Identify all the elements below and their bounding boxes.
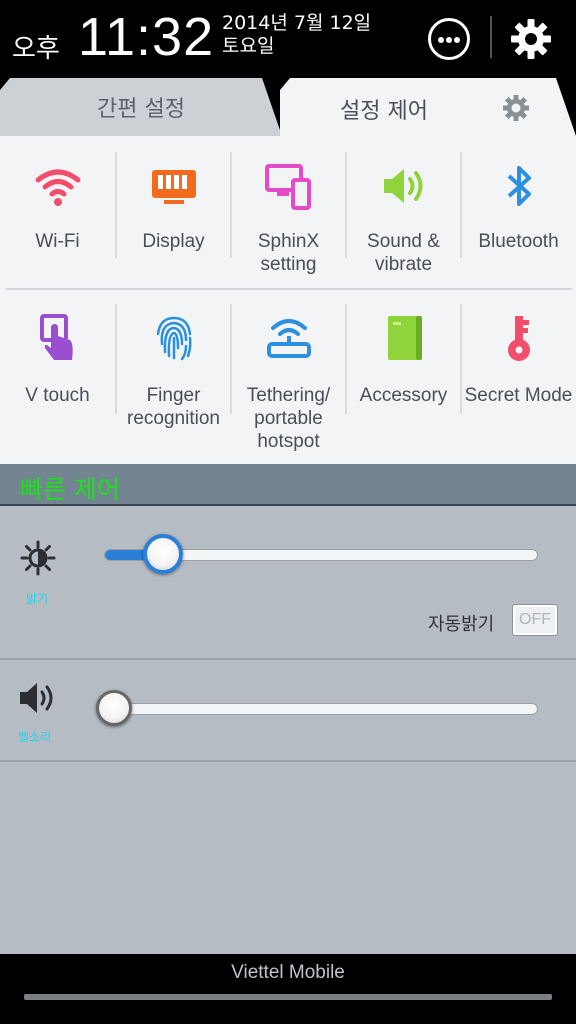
display-icon [152, 170, 196, 204]
display-setting[interactable]: Display [116, 150, 231, 270]
volume-icon [20, 683, 53, 713]
ampm-label: 오후 [12, 34, 60, 64]
brightness-label: 밝기 [26, 592, 49, 606]
row-divider [6, 288, 572, 290]
tethering-label: Tethering/ portable hotspot [246, 385, 331, 452]
sound-vibrate-setting[interactable]: Sound & vibrate [346, 150, 461, 275]
bluetooth-label: Bluetooth [478, 231, 559, 252]
date-block: 2014년 7월 12일 토요일 [222, 12, 371, 58]
quick-control-panel: 밝기 자동밝기 OFF 벨소리 [0, 506, 576, 954]
panel-divider [0, 760, 576, 762]
drag-handle[interactable] [24, 994, 552, 1000]
gear-icon[interactable] [510, 18, 552, 60]
v-touch-setting[interactable]: V touch [0, 302, 115, 454]
finger-recognition-label: Finger recognition [127, 385, 220, 429]
speaker-icon [384, 169, 423, 203]
volume-slider[interactable] [96, 703, 538, 715]
bluetooth-setting[interactable]: Bluetooth [461, 150, 576, 270]
panel-divider [0, 658, 576, 660]
tab-settings-control[interactable]: 설정 제어 [280, 78, 576, 136]
auto-brightness-toggle[interactable]: OFF [512, 604, 558, 636]
header-divider [490, 16, 492, 58]
settings-gear-icon[interactable] [502, 94, 530, 122]
display-label: Display [142, 231, 205, 252]
brightness-slider-thumb[interactable] [143, 534, 184, 574]
carrier-bar: Viettel Mobile [0, 954, 576, 1024]
sphinx-label: SphinX setting [257, 231, 320, 275]
secret-mode-setting[interactable]: Secret Mode [461, 302, 576, 454]
secret-mode-label: Secret Mode [464, 385, 573, 406]
settings-row-2: V touch Finger recognition Tethering/ po… [0, 302, 576, 454]
tab-bar: 간편 설정 설정 제어 [0, 78, 576, 136]
settings-grid: Wi-Fi Display SphinX setting Sound & vib… [0, 136, 576, 464]
accessory-label: Accessory [359, 385, 448, 406]
v-touch-label: V touch [25, 385, 90, 406]
devices-icon [265, 164, 311, 210]
status-header: 오후 11:32 2014년 7월 12일 토요일 [0, 0, 576, 78]
ringtone-label: 벨소리 [18, 730, 52, 744]
tab-quick-settings[interactable]: 간편 설정 [0, 78, 282, 136]
hotspot-icon [267, 319, 311, 358]
wifi-setting[interactable]: Wi-Fi [0, 150, 115, 270]
date-text: 2014년 7월 12일 [222, 12, 372, 34]
wifi-icon [35, 169, 81, 206]
sound-vibrate-label: Sound & vibrate [367, 231, 440, 275]
accessory-icon [388, 316, 422, 360]
bluetooth-icon [507, 166, 531, 206]
tab-quick-settings-label: 간편 설정 [97, 97, 185, 122]
tethering-setting[interactable]: Tethering/ portable hotspot [231, 302, 346, 454]
volume-slider-thumb[interactable] [96, 690, 132, 726]
quick-control-header: 빠른 제어 [0, 464, 576, 506]
fingerprint-icon [156, 316, 192, 361]
weekday-text: 토요일 [222, 35, 275, 57]
accessory-setting[interactable]: Accessory [346, 302, 461, 454]
touch-icon [40, 314, 73, 360]
key-icon [508, 316, 530, 361]
sphinx-setting[interactable]: SphinX setting [231, 150, 346, 275]
auto-brightness-label: 자동밝기 [428, 614, 495, 635]
settings-row-1: Wi-Fi Display SphinX setting Sound & vib… [0, 150, 576, 275]
clock-time: 11:32 [78, 7, 215, 67]
wifi-label: Wi-Fi [35, 231, 80, 252]
quick-control-title: 빠른 제어 [20, 475, 120, 504]
finger-recognition-setting[interactable]: Finger recognition [116, 302, 231, 454]
more-icon[interactable] [428, 18, 470, 60]
brightness-icon [20, 540, 56, 576]
carrier-name: Viettel Mobile [231, 962, 345, 983]
tab-settings-control-label: 설정 제어 [340, 99, 428, 124]
